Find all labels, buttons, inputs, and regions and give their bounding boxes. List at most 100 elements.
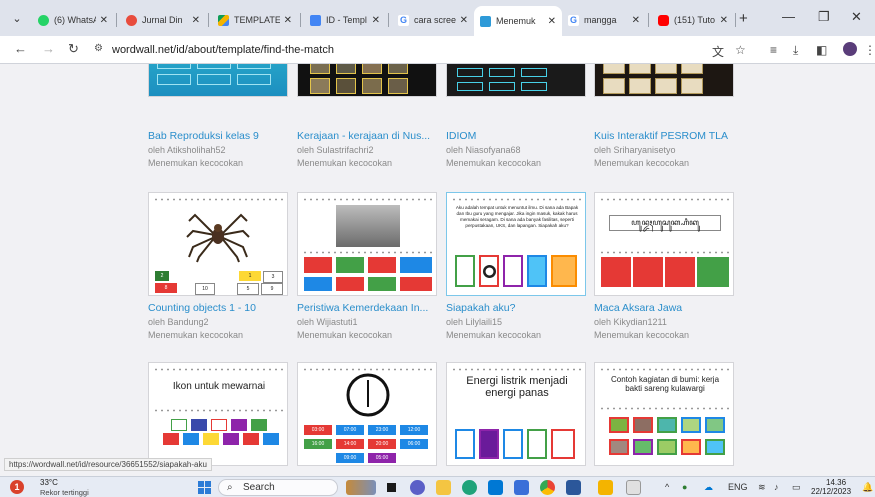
taskbar-search[interactable]: ⌕ Search xyxy=(218,479,338,496)
file-explorer-icon[interactable] xyxy=(436,480,451,495)
chevron-up-icon[interactable]: ^ xyxy=(665,482,669,492)
tab-close-icon[interactable]: ✕ xyxy=(720,15,728,26)
card-thumbnail xyxy=(594,64,734,97)
iron-image xyxy=(455,429,475,459)
card-thumbnail: Aku adalah tempat untuk menuntut ilmu. D… xyxy=(446,192,586,296)
weather-temperature[interactable]: 33°C xyxy=(40,478,58,487)
minimize-button[interactable]: — xyxy=(782,9,795,24)
card-thumbnail: Ikon untuk mewarnai xyxy=(148,362,288,466)
card-author[interactable]: oleh Niasofyana68 xyxy=(446,145,521,155)
google-icon: G xyxy=(568,14,579,26)
card-type: Menemukan kecocokan xyxy=(297,158,393,168)
reading-list-icon[interactable]: ≡ xyxy=(770,43,777,57)
clock-date[interactable]: 22/12/2023 xyxy=(811,487,851,496)
reload-button[interactable]: ↻ xyxy=(68,41,79,57)
card-author[interactable]: oleh Bandung2 xyxy=(148,317,209,327)
card-type: Menemukan kecocokan xyxy=(297,330,393,340)
language-indicator[interactable]: ENG xyxy=(728,482,748,492)
new-tab-button[interactable]: + xyxy=(739,10,748,27)
tab-jurnal[interactable]: Jurnal Din ✕ xyxy=(120,8,206,32)
download-icon[interactable]: ⤓ xyxy=(793,43,798,58)
tab-cara-screen[interactable]: G cara screen ✕ xyxy=(392,8,474,32)
tab-menemukan-active[interactable]: Menemuk ✕ xyxy=(474,6,562,36)
toaster-image xyxy=(503,429,523,459)
tab-mangga[interactable]: G mangga ✕ xyxy=(562,8,646,32)
side-panel-icon[interactable]: ◧ xyxy=(816,43,827,57)
card-title[interactable]: Kerajaan - kerajaan di Nus... xyxy=(297,130,430,142)
address-bar[interactable]: wordwall.net/id/about/template/find-the-… xyxy=(112,44,334,56)
microsoft-store-icon[interactable] xyxy=(488,480,503,495)
volume-icon[interactable]: ♪ xyxy=(774,482,779,492)
network-activity-icon[interactable]: ● xyxy=(682,482,687,492)
app-icon[interactable] xyxy=(598,480,613,495)
menu-kebab-icon[interactable]: ⋮ xyxy=(864,43,875,57)
site-info-icon[interactable]: ⚙ xyxy=(94,43,103,54)
tab-whatsapp[interactable]: (6) WhatsA ✕ xyxy=(32,8,114,32)
widgets-image-icon[interactable] xyxy=(346,480,376,495)
card-title[interactable]: IDIOM xyxy=(446,130,476,142)
school-image xyxy=(527,255,547,287)
card-title[interactable]: Bab Reproduksi kelas 9 xyxy=(148,130,259,142)
battery-icon[interactable]: ▭ xyxy=(792,482,801,493)
tab-divider xyxy=(735,13,736,27)
edge-browser-icon[interactable] xyxy=(462,480,477,495)
chrome-icon[interactable] xyxy=(540,480,555,495)
weather-alert-icon[interactable]: 1 xyxy=(10,480,24,494)
card-author[interactable]: oleh Lilylaili15 xyxy=(446,317,502,327)
weather-description[interactable]: Rekor tertinggi xyxy=(40,488,89,497)
card-author[interactable]: oleh Wijiastuti1 xyxy=(297,317,358,327)
tab-strip: ⌄ (6) WhatsA ✕ Jurnal Din ✕ TEMPLATE ✕ I… xyxy=(0,0,875,36)
card-thumbnail xyxy=(297,192,437,296)
tab-close-icon[interactable]: ✕ xyxy=(100,15,108,26)
google-icon: G xyxy=(398,14,409,26)
card-title[interactable]: Kuis Interaktif PESROM TLA xyxy=(594,130,728,142)
profile-avatar[interactable] xyxy=(843,42,857,56)
tab-youtube[interactable]: (151) Tuto ✕ xyxy=(652,8,734,32)
forward-button[interactable]: → xyxy=(42,41,55,56)
historical-photo xyxy=(336,205,400,247)
notification-bell-icon[interactable]: 🔔 xyxy=(862,482,873,493)
task-view-icon[interactable] xyxy=(384,480,399,495)
back-button[interactable]: ← xyxy=(14,41,27,56)
tab-id-template[interactable]: ID - Templ ✕ xyxy=(304,8,386,32)
card-title[interactable]: Siapakah aku? xyxy=(446,302,515,314)
card-thumbnail: ꦲꦸꦤ꧀ꦢꦃꦲꦸꦱꦸꦏ꧀ꦲꦶꦏꦸ xyxy=(594,192,734,296)
tab-close-icon[interactable]: ✕ xyxy=(548,16,556,27)
google-drive-icon xyxy=(218,14,229,26)
wifi-icon[interactable]: ≋ xyxy=(758,482,766,493)
bookmark-star-icon[interactable]: ☆ xyxy=(735,43,746,57)
windows-start-button[interactable] xyxy=(198,481,211,494)
card-author[interactable]: oleh Sulastrifachri2 xyxy=(297,145,374,155)
google-docs-icon xyxy=(310,14,321,26)
restore-button[interactable]: ❐ xyxy=(818,9,830,25)
tab-close-icon[interactable]: ✕ xyxy=(372,15,380,26)
teams-chat-icon[interactable] xyxy=(410,480,425,495)
clock-time[interactable]: 14.36 xyxy=(826,478,846,487)
app-icon[interactable] xyxy=(626,480,641,495)
football-image xyxy=(479,255,499,287)
card-author[interactable]: oleh Atiksholihah52 xyxy=(148,145,226,155)
card-title[interactable]: Maca Aksara Jawa xyxy=(594,302,682,314)
windows-taskbar: 1 33°C Rekor tertinggi ⌕ Search ^ ● ☁ EN… xyxy=(0,476,875,497)
card-author[interactable]: oleh Kikydian1211 xyxy=(594,317,667,327)
card-author[interactable]: oleh Sriharyanisetyo xyxy=(594,145,676,155)
card-thumbnail xyxy=(297,64,437,97)
word-icon[interactable] xyxy=(566,480,581,495)
tab-search-chevron-icon[interactable]: ⌄ xyxy=(8,10,26,28)
tab-template-drive[interactable]: TEMPLATE ✕ xyxy=(212,8,298,32)
spider-image xyxy=(186,213,250,263)
tab-divider xyxy=(116,13,117,27)
close-window-button[interactable]: ✕ xyxy=(851,9,862,25)
browser-toolbar: ← → ↻ ⚙ wordwall.net/id/about/template/f… xyxy=(0,36,875,64)
tab-close-icon[interactable]: ✕ xyxy=(192,15,200,26)
app-icon[interactable] xyxy=(514,480,529,495)
tab-close-icon[interactable]: ✕ xyxy=(284,15,292,26)
tab-close-icon[interactable]: ✕ xyxy=(460,15,468,26)
card-title[interactable]: Counting objects 1 - 10 xyxy=(148,302,256,314)
translate-icon[interactable]: 文 xyxy=(712,43,724,60)
tab-close-icon[interactable]: ✕ xyxy=(632,15,640,26)
card-title[interactable]: Peristiwa Kemerdekaan In... xyxy=(297,302,428,314)
card-thumbnail: Energi listrik menjadi energi panas xyxy=(446,362,586,466)
cloud-icon[interactable]: ☁ xyxy=(704,482,713,493)
cleaning-image xyxy=(551,255,577,287)
